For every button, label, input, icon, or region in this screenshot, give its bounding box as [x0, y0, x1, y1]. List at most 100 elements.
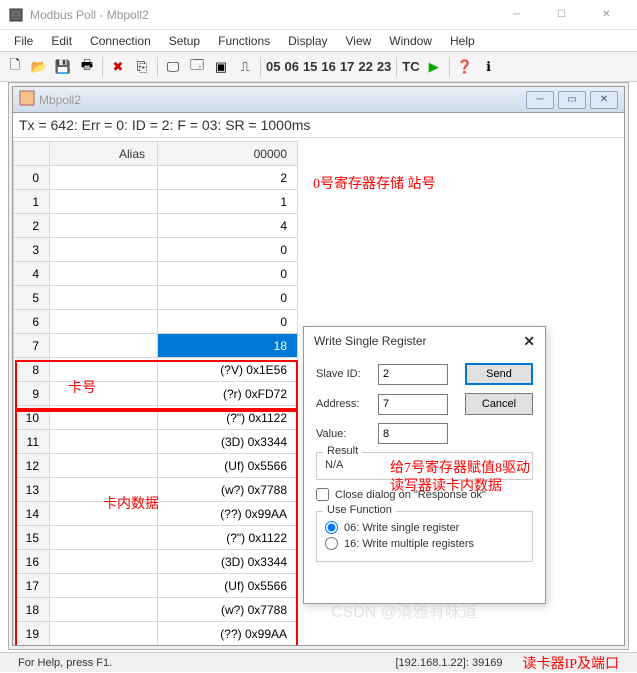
cell-value[interactable]: 18 [158, 334, 298, 358]
close-button[interactable]: ✕ [584, 1, 629, 29]
fn-05[interactable]: 05 [265, 59, 281, 74]
cell-value[interactable]: (?") 0x1122 [158, 526, 298, 550]
cell-alias[interactable] [50, 286, 158, 310]
table-row[interactable]: 02 [14, 166, 298, 190]
row-header[interactable]: 16 [14, 550, 50, 574]
table-row[interactable]: 16 (3D) 0x3344 [14, 550, 298, 574]
row-header[interactable]: 12 [14, 454, 50, 478]
table-row[interactable]: 17 (Uf) 0x5566 [14, 574, 298, 598]
cell-value[interactable]: (Uf) 0x5566 [158, 454, 298, 478]
table-row[interactable]: 24 [14, 214, 298, 238]
cell-alias[interactable] [50, 358, 158, 382]
row-header[interactable]: 2 [14, 214, 50, 238]
row-header[interactable]: 10 [14, 406, 50, 430]
fn-17[interactable]: 17 [339, 59, 355, 74]
table-row[interactable]: 9(?r) 0xFD72 [14, 382, 298, 406]
close-on-ok-checkbox[interactable] [316, 488, 329, 501]
tool-whatsthis-icon[interactable]: ℹ [478, 56, 500, 78]
fn-06[interactable]: 06 [283, 59, 299, 74]
table-row[interactable]: 15 (?") 0x1122 [14, 526, 298, 550]
table-row[interactable]: 13 (w?) 0x7788 [14, 478, 298, 502]
table-row[interactable]: 60 [14, 310, 298, 334]
row-header[interactable]: 0 [14, 166, 50, 190]
cell-alias[interactable] [50, 502, 158, 526]
tool-copy[interactable]: ⎘ [131, 56, 153, 78]
row-header[interactable]: 13 [14, 478, 50, 502]
tool-tc[interactable]: TC [401, 59, 420, 74]
cell-value[interactable]: (3D) 0x3344 [158, 430, 298, 454]
row-header[interactable]: 19 [14, 622, 50, 646]
tool-pulse-icon[interactable]: ⎍ [234, 56, 256, 78]
cell-alias[interactable] [50, 454, 158, 478]
tool-cut[interactable]: ✖ [107, 56, 129, 78]
row-header[interactable]: 15 [14, 526, 50, 550]
table-row[interactable]: 7 18 [14, 334, 298, 358]
table-row[interactable]: 11(3D) 0x3344 [14, 430, 298, 454]
fn-22[interactable]: 22 [357, 59, 373, 74]
fn-23[interactable]: 23 [376, 59, 392, 74]
cell-value[interactable]: (??) 0x99AA [158, 502, 298, 526]
menu-file[interactable]: File [6, 32, 41, 50]
cell-value[interactable]: (Uf) 0x5566 [158, 574, 298, 598]
cell-alias[interactable] [50, 238, 158, 262]
child-maximize[interactable]: ▭ [558, 91, 586, 109]
tool-monitor[interactable]: 🖵 [162, 56, 184, 78]
menu-connection[interactable]: Connection [82, 32, 159, 50]
cell-value[interactable]: 0 [158, 262, 298, 286]
child-close[interactable]: ✕ [590, 91, 618, 109]
maximize-button[interactable]: ☐ [539, 1, 584, 29]
table-row[interactable]: 50 [14, 286, 298, 310]
row-header[interactable]: 17 [14, 574, 50, 598]
cell-value[interactable]: (??) 0x99AA [158, 622, 298, 646]
cell-value[interactable]: (w?) 0x7788 [158, 478, 298, 502]
cell-alias[interactable] [50, 406, 158, 430]
value-input[interactable] [378, 423, 448, 444]
row-header[interactable]: 3 [14, 238, 50, 262]
slave-id-input[interactable] [378, 364, 448, 385]
table-row[interactable]: 8(?V) 0x1E56 [14, 358, 298, 382]
cell-value[interactable]: 4 [158, 214, 298, 238]
cell-alias[interactable] [50, 550, 158, 574]
table-row[interactable]: 12 (Uf) 0x5566 [14, 454, 298, 478]
cell-value[interactable]: 1 [158, 190, 298, 214]
menu-help[interactable]: Help [442, 32, 483, 50]
cell-alias[interactable] [50, 262, 158, 286]
cell-alias[interactable] [50, 430, 158, 454]
tool-print[interactable]: 🖶 [76, 56, 98, 78]
row-header[interactable]: 5 [14, 286, 50, 310]
cell-value[interactable]: 0 [158, 238, 298, 262]
cell-alias[interactable] [50, 334, 158, 358]
dialog-close-icon[interactable]: ✕ [523, 333, 535, 350]
table-row[interactable]: 40 [14, 262, 298, 286]
cell-value[interactable]: 0 [158, 286, 298, 310]
menu-view[interactable]: View [338, 32, 380, 50]
cell-alias[interactable] [50, 190, 158, 214]
cell-alias[interactable] [50, 382, 158, 406]
send-button[interactable]: Send [465, 363, 533, 385]
cell-value[interactable]: (3D) 0x3344 [158, 550, 298, 574]
tool-log[interactable]: 🗔 [186, 56, 208, 78]
row-header[interactable]: 4 [14, 262, 50, 286]
cell-alias[interactable] [50, 574, 158, 598]
cell-value[interactable]: (?") 0x1122 [158, 406, 298, 430]
cell-alias[interactable] [50, 310, 158, 334]
row-header[interactable]: 7 [14, 334, 50, 358]
cell-alias[interactable] [50, 622, 158, 646]
table-row[interactable]: 19 (??) 0x99AA [14, 622, 298, 646]
menu-edit[interactable]: Edit [43, 32, 80, 50]
cell-alias[interactable] [50, 526, 158, 550]
fn06-radio[interactable] [325, 521, 338, 534]
table-row[interactable]: 11 [14, 190, 298, 214]
tool-connect[interactable]: ▣ [210, 56, 232, 78]
minimize-button[interactable]: ─ [494, 1, 539, 29]
fn-16[interactable]: 16 [320, 59, 336, 74]
child-minimize[interactable]: ─ [526, 91, 554, 109]
row-header[interactable]: 18 [14, 598, 50, 622]
cell-value[interactable]: (w?) 0x7788 [158, 598, 298, 622]
menu-setup[interactable]: Setup [161, 32, 208, 50]
cancel-button[interactable]: Cancel [465, 393, 533, 415]
address-input[interactable] [378, 394, 448, 415]
tool-save[interactable]: 💾 [52, 56, 74, 78]
cell-alias[interactable] [50, 214, 158, 238]
table-row[interactable]: 30 [14, 238, 298, 262]
